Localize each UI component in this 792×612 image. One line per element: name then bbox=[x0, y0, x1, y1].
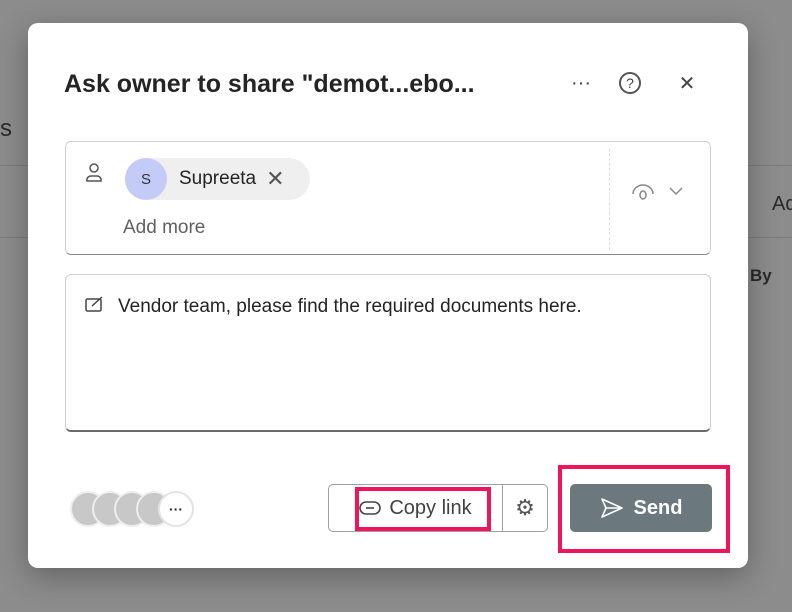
recipient-name: Supreeta bbox=[179, 168, 257, 189]
more-options-button[interactable]: ··· bbox=[567, 69, 595, 97]
message-text: Vendor team, please find the required do… bbox=[118, 296, 582, 317]
person-icon bbox=[86, 163, 102, 182]
message-field[interactable]: Vendor team, please find the required do… bbox=[65, 274, 711, 432]
add-more-input[interactable]: Add more bbox=[123, 217, 205, 239]
edit-icon bbox=[85, 296, 103, 312]
dialog-title: Ask owner to share "demot...ebo... bbox=[64, 70, 475, 98]
eye-icon bbox=[632, 184, 654, 200]
divider bbox=[609, 148, 610, 250]
gear-icon: ⚙ bbox=[515, 495, 535, 520]
copy-link-highlight bbox=[355, 487, 491, 531]
chevron-down-icon bbox=[669, 187, 683, 196]
permission-dropdown[interactable] bbox=[631, 182, 683, 200]
close-button[interactable]: ✕ bbox=[673, 69, 701, 97]
recipient-chip: S Supreeta ✕ bbox=[125, 158, 310, 200]
avatar: S bbox=[125, 158, 167, 200]
link-settings-button[interactable]: ⚙ bbox=[503, 485, 547, 531]
recipients-field[interactable]: S Supreeta ✕ Add more bbox=[65, 141, 711, 255]
background-fragment: s bbox=[0, 115, 12, 142]
background-fragment: By bbox=[750, 266, 772, 285]
more-avatars[interactable]: ··· bbox=[158, 491, 194, 527]
send-highlight bbox=[558, 465, 730, 553]
remove-recipient-icon[interactable]: ✕ bbox=[266, 166, 284, 192]
help-button[interactable]: ? bbox=[619, 72, 641, 94]
background-fragment: Ad bbox=[772, 193, 792, 215]
shared-with-avatars[interactable]: ··· bbox=[70, 491, 194, 527]
